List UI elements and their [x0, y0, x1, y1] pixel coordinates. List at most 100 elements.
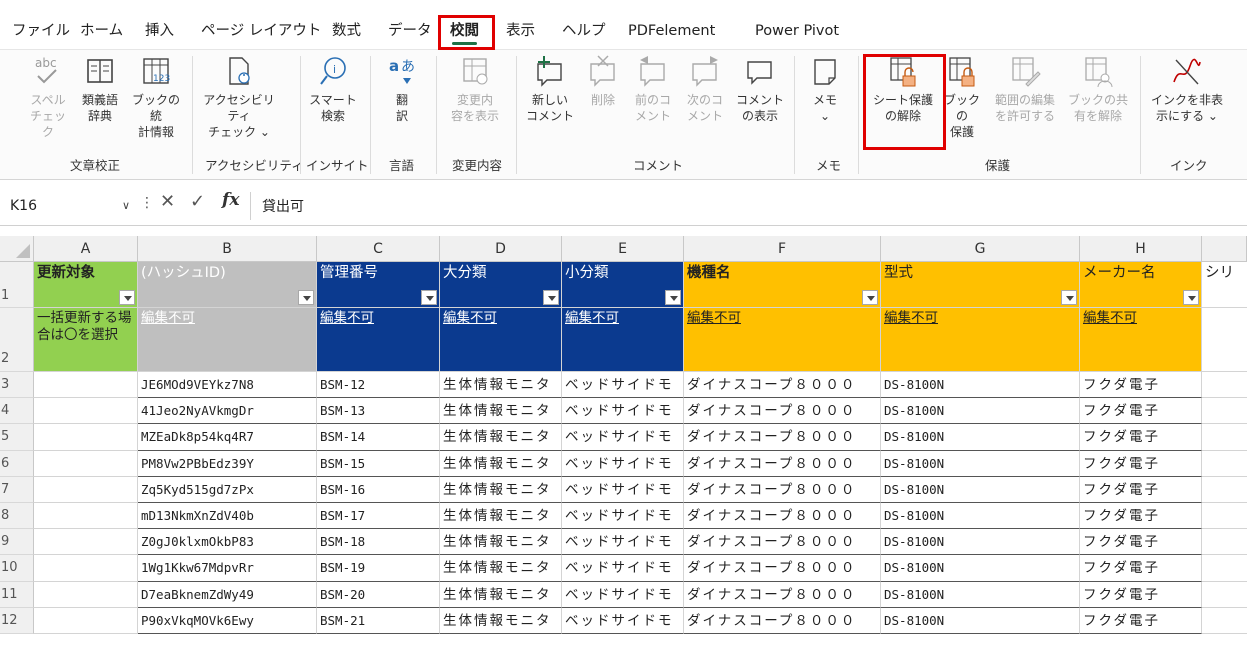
model-name-cell[interactable]: ダイナスコープ８０００: [684, 450, 881, 477]
insert-function-icon[interactable]: fx: [222, 190, 239, 210]
hash-id-cell[interactable]: JE6MOd9VEYkz7N8: [138, 372, 317, 399]
header-cell-model-type[interactable]: 型式: [881, 262, 1080, 308]
filter-dropdown-icon[interactable]: [421, 290, 437, 305]
unprotect-sheet-button[interactable]: シート保護 の解除: [868, 54, 938, 124]
empty-cell[interactable]: [1202, 308, 1247, 372]
model-name-cell[interactable]: ダイナスコープ８０００: [684, 398, 881, 425]
smart-lookup-button[interactable]: i スマート 検索: [308, 54, 358, 124]
delete-comment-button[interactable]: 削除: [582, 54, 624, 108]
empty-cell[interactable]: [34, 424, 138, 451]
major-category-cell[interactable]: 生体情報モニタ: [440, 581, 562, 608]
row-header[interactable]: 1: [0, 262, 34, 308]
maker-name-cell[interactable]: フクダ電子: [1080, 424, 1202, 451]
empty-cell[interactable]: [1202, 503, 1247, 530]
major-category-cell[interactable]: 生体情報モニタ: [440, 372, 562, 399]
header-cell-model-name[interactable]: 機種名: [684, 262, 881, 308]
model-name-cell[interactable]: ダイナスコープ８０００: [684, 424, 881, 451]
minor-category-cell[interactable]: ベッドサイドモ: [562, 529, 684, 556]
menu-power-pivot[interactable]: Power Pivot: [755, 19, 839, 43]
model-type-cell[interactable]: DS-8100N: [881, 372, 1080, 399]
header-cell-minor-category[interactable]: 小分類: [562, 262, 684, 308]
edit-locked-cell[interactable]: 編集不可: [881, 308, 1080, 372]
empty-cell[interactable]: [1202, 555, 1247, 582]
management-no-cell[interactable]: BSM-21: [317, 607, 440, 634]
model-name-cell[interactable]: ダイナスコープ８０００: [684, 503, 881, 530]
empty-cell[interactable]: [1202, 451, 1247, 477]
unshare-workbook-button[interactable]: ブックの共 有を解除: [1064, 54, 1132, 124]
workbook-stats-button[interactable]: 123 ブックの統 計情報: [128, 54, 184, 140]
minor-category-cell[interactable]: ベッドサイドモ: [562, 555, 684, 582]
empty-cell[interactable]: [34, 372, 138, 399]
row-header[interactable]: 12: [0, 607, 34, 634]
menu-page-layout[interactable]: ページ レイアウト: [201, 19, 321, 43]
filter-dropdown-icon[interactable]: [119, 290, 135, 305]
row-header[interactable]: 9: [0, 529, 34, 556]
model-name-cell[interactable]: ダイナスコープ８０００: [684, 372, 881, 399]
management-no-cell[interactable]: BSM-16: [317, 476, 440, 503]
minor-category-cell[interactable]: ベッドサイドモ: [562, 424, 684, 451]
previous-comment-button[interactable]: 前のコ メント: [630, 54, 676, 124]
model-type-cell[interactable]: DS-8100N: [881, 607, 1080, 634]
menu-review[interactable]: 校閲: [450, 19, 479, 45]
model-type-cell[interactable]: DS-8100N: [881, 424, 1080, 451]
model-type-cell[interactable]: DS-8100N: [881, 450, 1080, 477]
column-header-f[interactable]: F: [684, 236, 881, 262]
column-header-d[interactable]: D: [440, 236, 562, 262]
empty-cell[interactable]: [1202, 608, 1247, 634]
show-changes-button[interactable]: 変更内 容を表示: [442, 54, 508, 124]
row-header[interactable]: 6: [0, 450, 34, 477]
model-name-cell[interactable]: ダイナスコープ８０００: [684, 581, 881, 608]
row-header[interactable]: 4: [0, 398, 34, 425]
minor-category-cell[interactable]: ベッドサイドモ: [562, 450, 684, 477]
menu-view[interactable]: 表示: [506, 19, 535, 43]
column-header-i[interactable]: [1202, 236, 1247, 262]
empty-cell[interactable]: [34, 476, 138, 503]
hash-id-cell[interactable]: mD13NkmXnZdV40b: [138, 503, 317, 530]
edit-locked-cell[interactable]: 編集不可: [562, 308, 684, 372]
model-name-cell[interactable]: ダイナスコープ８０００: [684, 607, 881, 634]
allow-edit-ranges-button[interactable]: 範囲の編集 を許可する: [990, 54, 1060, 124]
minor-category-cell[interactable]: ベッドサイドモ: [562, 476, 684, 503]
empty-cell[interactable]: [1202, 529, 1247, 556]
management-no-cell[interactable]: BSM-14: [317, 424, 440, 451]
header-cell-serial[interactable]: シリ: [1202, 262, 1247, 308]
chevron-down-icon[interactable]: ∨: [122, 193, 130, 219]
empty-cell[interactable]: [1202, 582, 1247, 608]
cancel-icon[interactable]: ✕: [160, 191, 175, 212]
column-header-b[interactable]: B: [138, 236, 317, 262]
column-header-a[interactable]: A: [34, 236, 138, 262]
empty-cell[interactable]: [1202, 398, 1247, 425]
menu-formulas[interactable]: 数式: [332, 19, 361, 43]
hash-id-cell[interactable]: MZEaDk8p54kq4R7: [138, 424, 317, 451]
model-type-cell[interactable]: DS-8100N: [881, 529, 1080, 556]
row-header[interactable]: 10: [0, 555, 34, 582]
next-comment-button[interactable]: 次のコ メント: [682, 54, 728, 124]
menu-home[interactable]: ホーム: [80, 19, 123, 43]
translate-button[interactable]: aあ 翻 訳: [378, 54, 426, 124]
model-name-cell[interactable]: ダイナスコープ８０００: [684, 555, 881, 582]
empty-cell[interactable]: [34, 555, 138, 582]
confirm-icon[interactable]: ✓: [190, 191, 205, 212]
maker-name-cell[interactable]: フクダ電子: [1080, 607, 1202, 634]
empty-cell[interactable]: [34, 529, 138, 556]
management-no-cell[interactable]: BSM-20: [317, 581, 440, 608]
maker-name-cell[interactable]: フクダ電子: [1080, 476, 1202, 503]
empty-cell[interactable]: [34, 398, 138, 425]
row-header[interactable]: 8: [0, 503, 34, 530]
menu-insert[interactable]: 挿入: [145, 19, 174, 43]
edit-locked-cell[interactable]: 編集不可: [1080, 308, 1202, 372]
model-type-cell[interactable]: DS-8100N: [881, 476, 1080, 503]
major-category-cell[interactable]: 生体情報モニタ: [440, 503, 562, 530]
filter-dropdown-icon[interactable]: [1061, 290, 1077, 305]
formula-input[interactable]: 貸出可: [262, 196, 304, 216]
minor-category-cell[interactable]: ベッドサイドモ: [562, 398, 684, 425]
edit-locked-cell[interactable]: 編集不可: [684, 308, 881, 372]
column-header-c[interactable]: C: [317, 236, 440, 262]
filter-dropdown-icon[interactable]: [1183, 290, 1199, 305]
menu-pdfelement[interactable]: PDFelement: [628, 19, 715, 43]
edit-locked-cell[interactable]: 編集不可: [440, 308, 562, 372]
management-no-cell[interactable]: BSM-17: [317, 503, 440, 530]
spell-check-button[interactable]: abc スペル チェック: [26, 54, 70, 140]
model-name-cell[interactable]: ダイナスコープ８０００: [684, 476, 881, 503]
model-name-cell[interactable]: ダイナスコープ８０００: [684, 529, 881, 556]
